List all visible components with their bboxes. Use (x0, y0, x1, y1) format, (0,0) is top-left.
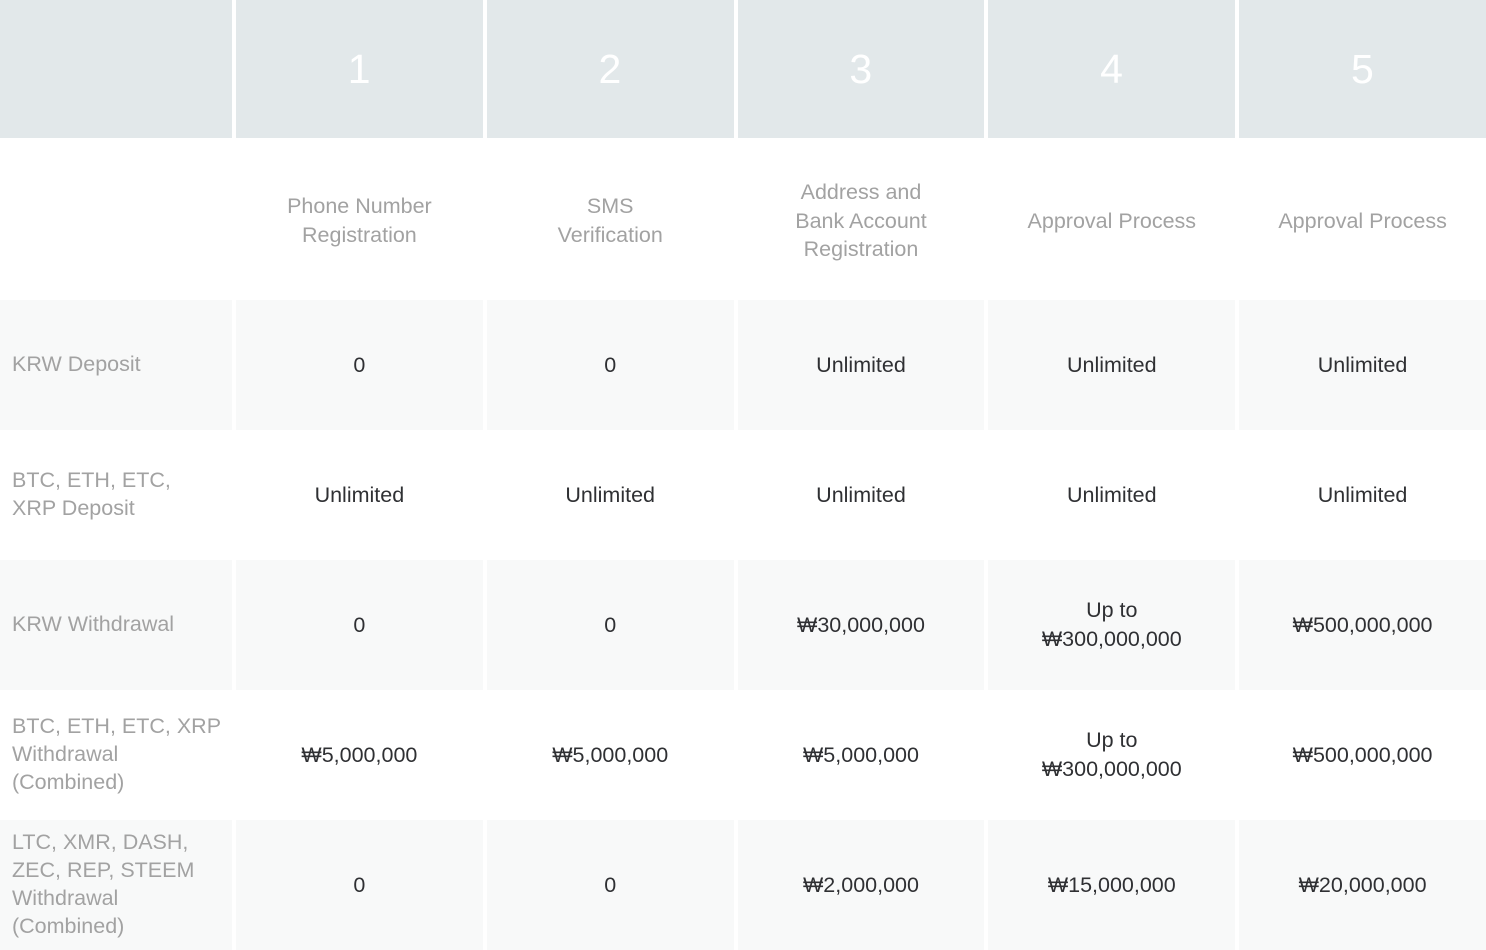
row-value: 0 (482, 820, 734, 950)
table-body: KRW Deposit 0 0 Unlimited Unlimited Unli… (0, 300, 1486, 950)
row-value: 0 (232, 820, 483, 950)
row-value: ₩20,000,000 (1235, 820, 1486, 950)
row-value-text: ₩15,000,000 (1047, 872, 1176, 897)
row-label: BTC, ETH, ETC, XRP Deposit (0, 430, 232, 560)
step-number-3: 3 (733, 0, 985, 142)
row-value: ₩15,000,000 (984, 820, 1236, 950)
row-value: Up to ₩300,000,000 (984, 560, 1236, 690)
table-row: BTC, ETH, ETC, XRP Deposit Unlimited Unl… (0, 430, 1486, 560)
row-value-text: 0 (353, 352, 366, 377)
table-corner-cell (0, 0, 232, 142)
row-value: Unlimited (1235, 300, 1486, 430)
row-value: Unlimited (984, 430, 1236, 560)
row-label-text: BTC, ETH, ETC, XRP Withdrawal (Combined) (12, 714, 222, 794)
row-value-text: Up to ₩300,000,000 (1041, 598, 1182, 651)
row-value-text: Unlimited (1066, 352, 1157, 377)
step-number-row: 1 2 3 4 5 (0, 0, 1486, 142)
verification-limits-table: 1 2 3 4 5 Phone Number Registration SMS … (0, 0, 1486, 950)
step-name-1-text: Phone Number Registration (287, 194, 432, 247)
row-value: Unlimited (733, 430, 985, 560)
row-value-text: Up to ₩300,000,000 (1041, 728, 1182, 781)
row-label-text: LTC, XMR, DASH, ZEC, REP, STEEM Withdraw… (12, 830, 195, 938)
step-number-4: 4 (984, 0, 1236, 142)
row-value: 0 (232, 300, 483, 430)
step-name-5: Approval Process (1235, 142, 1486, 300)
row-value: ₩5,000,000 (232, 690, 483, 820)
step-number-5: 5 (1235, 0, 1486, 142)
row-value: Unlimited (984, 300, 1236, 430)
row-value: Up to ₩300,000,000 (984, 690, 1236, 820)
row-value-text: ₩20,000,000 (1298, 872, 1427, 897)
row-label: KRW Withdrawal (0, 560, 232, 690)
table-row: KRW Deposit 0 0 Unlimited Unlimited Unli… (0, 300, 1486, 430)
row-value-text: ₩5,000,000 (301, 742, 418, 767)
row-value-text: ₩30,000,000 (797, 612, 925, 637)
table-header: 1 2 3 4 5 Phone Number Registration SMS … (0, 0, 1486, 300)
row-value-text: Unlimited (816, 482, 906, 507)
row-value-text: 0 (604, 612, 617, 637)
step-name-1: Phone Number Registration (232, 142, 483, 300)
step-name-3-text: Address and Bank Account Registration (795, 180, 927, 262)
step-name-corner-cell (0, 142, 232, 300)
row-value: ₩5,000,000 (733, 690, 985, 820)
row-value-text: ₩2,000,000 (803, 872, 919, 897)
row-value: 0 (482, 300, 734, 430)
row-value-text: 0 (604, 872, 617, 897)
row-value: ₩500,000,000 (1235, 560, 1486, 690)
row-label: LTC, XMR, DASH, ZEC, REP, STEEM Withdraw… (0, 820, 232, 950)
row-value: Unlimited (733, 300, 985, 430)
step-name-2-text: SMS Verification (557, 194, 663, 247)
row-value-text: ₩5,000,000 (552, 742, 669, 767)
row-value: ₩30,000,000 (733, 560, 985, 690)
row-value-text: 0 (353, 872, 366, 897)
step-name-2: SMS Verification (482, 142, 734, 300)
table-row: KRW Withdrawal 0 0 ₩30,000,000 Up to ₩30… (0, 560, 1486, 690)
row-value: Unlimited (232, 430, 483, 560)
row-value: Unlimited (482, 430, 734, 560)
row-value-text: Unlimited (1317, 352, 1408, 377)
row-label-text: KRW Withdrawal (12, 612, 175, 637)
row-value-text: 0 (604, 352, 617, 377)
step-number-1: 1 (232, 0, 483, 142)
row-value-text: ₩500,000,000 (1292, 612, 1433, 637)
row-value: 0 (482, 560, 734, 690)
row-value-text: Unlimited (1066, 482, 1157, 507)
row-value-text: ₩5,000,000 (803, 742, 919, 767)
row-value: 0 (232, 560, 483, 690)
step-number-2: 2 (482, 0, 734, 142)
step-name-3: Address and Bank Account Registration (733, 142, 985, 300)
row-value: Unlimited (1235, 430, 1486, 560)
row-value: ₩5,000,000 (482, 690, 734, 820)
row-value-text: Unlimited (1317, 482, 1408, 507)
row-value-text: Unlimited (314, 482, 405, 507)
row-value-text: ₩500,000,000 (1292, 742, 1433, 767)
row-value-text: 0 (353, 612, 366, 637)
step-name-4-text: Approval Process (1027, 208, 1197, 233)
row-label: BTC, ETH, ETC, XRP Withdrawal (Combined) (0, 690, 232, 820)
table-row: LTC, XMR, DASH, ZEC, REP, STEEM Withdraw… (0, 820, 1486, 950)
step-name-5-text: Approval Process (1278, 208, 1447, 233)
row-label-text: KRW Deposit (12, 352, 141, 377)
row-value: ₩500,000,000 (1235, 690, 1486, 820)
step-name-row: Phone Number Registration SMS Verificati… (0, 142, 1486, 300)
step-name-4: Approval Process (984, 142, 1236, 300)
row-value-text: Unlimited (816, 352, 906, 377)
row-label: KRW Deposit (0, 300, 232, 430)
row-value-text: Unlimited (565, 482, 655, 507)
row-label-text: BTC, ETH, ETC, XRP Deposit (12, 468, 171, 520)
table-row: BTC, ETH, ETC, XRP Withdrawal (Combined)… (0, 690, 1486, 820)
row-value: ₩2,000,000 (733, 820, 985, 950)
